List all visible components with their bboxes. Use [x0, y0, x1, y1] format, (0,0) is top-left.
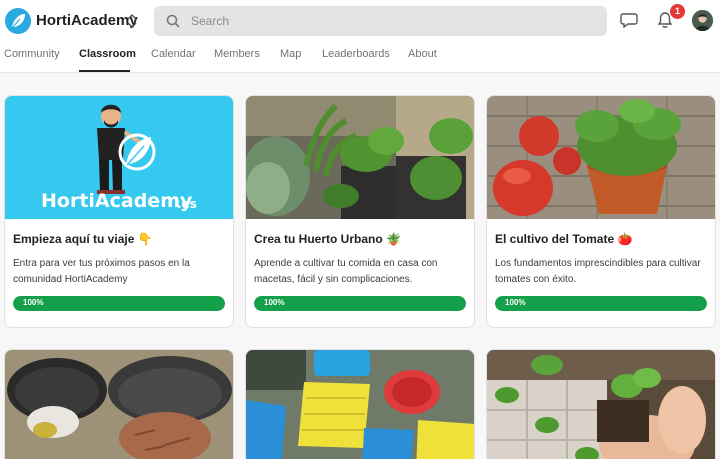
course-card[interactable]: El cultivo del Tomate 🍅 Los fundamentos … — [486, 95, 716, 328]
chevron-up-down-icon[interactable] — [126, 12, 138, 30]
course-title[interactable]: El cultivo del Tomate 🍅 — [495, 232, 632, 246]
progress-bar: 100% — [13, 296, 225, 311]
course-image[interactable] — [487, 96, 715, 219]
avatar[interactable] — [692, 10, 713, 31]
course-image[interactable] — [5, 350, 233, 459]
logo-icon[interactable] — [5, 8, 31, 34]
course-card[interactable]: HortiAcademy .es Empieza aquí tu viaje 👇… — [4, 95, 234, 328]
course-card[interactable] — [4, 349, 234, 459]
active-tab-indicator — [79, 70, 130, 72]
tab-calendar[interactable]: Calendar — [151, 48, 196, 60]
search-icon — [166, 14, 180, 28]
course-image[interactable] — [487, 350, 715, 459]
course-description: Aprende a cultivar tu comida en casa con… — [254, 258, 438, 285]
course-title[interactable]: Empieza aquí tu viaje 👇 — [13, 232, 153, 246]
logo-text-suffix: .es — [177, 197, 197, 211]
app-name[interactable]: HortiAcademy — [36, 12, 138, 29]
progress-fill — [13, 296, 225, 311]
tab-about[interactable]: About — [408, 48, 437, 60]
progress-bar: 100% — [254, 296, 466, 311]
course-card[interactable] — [486, 349, 716, 459]
tab-classroom[interactable]: Classroom — [79, 48, 136, 60]
course-image[interactable]: HortiAcademy .es — [5, 96, 233, 219]
chat-icon[interactable] — [620, 12, 638, 28]
progress-label: 100% — [264, 298, 285, 307]
progress-label: 100% — [23, 298, 44, 307]
search-bar[interactable]: Search — [154, 6, 607, 36]
progress-fill — [495, 296, 707, 311]
course-description: Entra para ver tus próximos pasos en la … — [13, 258, 190, 285]
course-card[interactable] — [245, 349, 475, 459]
progress-bar: 100% — [495, 296, 707, 311]
course-description: Los fundamentos imprescindibles para cul… — [495, 258, 701, 285]
course-image[interactable] — [246, 96, 474, 219]
nav-tabs: Community Classroom Calendar Members Map… — [0, 42, 720, 73]
top-bar: HortiAcademy Search 1 — [0, 0, 720, 42]
course-image[interactable] — [246, 350, 474, 459]
course-card[interactable]: Crea tu Huerto Urbano 🪴 Aprende a cultiv… — [245, 95, 475, 328]
progress-fill — [254, 296, 466, 311]
progress-label: 100% — [505, 298, 526, 307]
tab-community[interactable]: Community — [4, 48, 60, 60]
logo-text: HortiAcademy — [41, 190, 193, 212]
tab-leaderboards[interactable]: Leaderboards — [322, 48, 390, 60]
tab-map[interactable]: Map — [280, 48, 301, 60]
search-input[interactable]: Search — [191, 14, 229, 28]
course-title[interactable]: Crea tu Huerto Urbano 🪴 — [254, 232, 401, 246]
notification-badge: 1 — [670, 4, 685, 19]
tab-members[interactable]: Members — [214, 48, 260, 60]
